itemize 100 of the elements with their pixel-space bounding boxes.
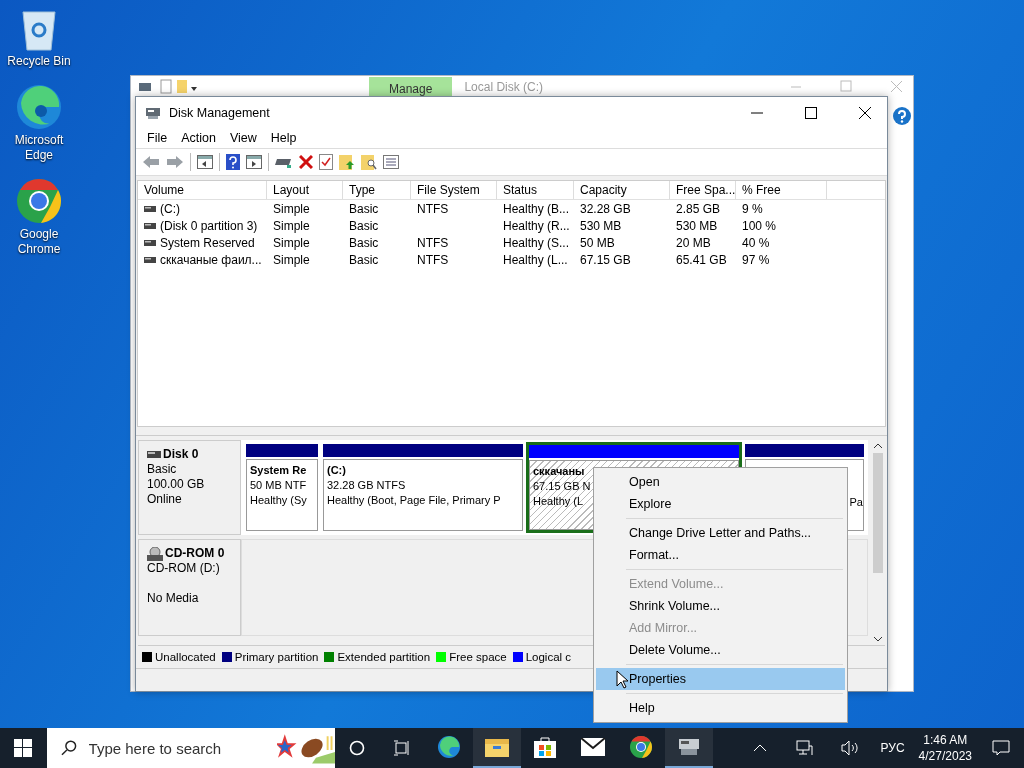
legend-label: Unallocated [155,651,216,663]
column-header[interactable]: Capacity [574,181,670,199]
chrome-icon[interactable] [15,177,63,225]
table-cell: Healthy (L... [503,252,568,267]
table-cell: 67.15 GB [580,252,631,267]
help-icon[interactable] [893,107,911,125]
menu-item[interactable]: Help [263,131,304,145]
input-language[interactable]: РУС [880,741,905,755]
desktop-icon-label[interactable]: Microsoft Edge [4,133,74,163]
menu-item[interactable]: Open [596,471,845,493]
table-cell: NTFS [417,201,449,216]
column-header[interactable]: Type [343,181,411,199]
ribbon-tab[interactable]: Manage [369,77,453,98]
back-icon[interactable] [142,155,160,169]
scroll-down-icon[interactable] [873,636,882,642]
search-input[interactable]: Type here to search [86,738,267,758]
network-icon[interactable] [794,740,813,756]
list-icon[interactable] [383,155,399,169]
quick-access-icon[interactable] [137,79,197,95]
desktop-icon-label[interactable]: Recycle Bin [4,54,74,69]
taskbar-app[interactable] [665,728,713,768]
folder-up-icon[interactable] [339,154,355,170]
disk-name: CD-ROM 0 [165,546,225,561]
partition-title: сккачаны [533,464,585,479]
drive-icon [144,256,156,263]
checklist-icon[interactable] [319,154,333,170]
menu-item[interactable]: View [222,131,264,145]
chrome-icon [629,735,653,759]
start-icon[interactable] [14,739,32,757]
drive-icon [144,222,156,229]
table-cell[interactable]: (C:) [160,201,180,216]
partition-info: 32.28 GB NTFS [327,478,406,493]
table-cell: 530 MB [580,218,622,233]
menu-item[interactable]: Change Drive Letter and Paths... [596,522,845,544]
help-icon[interactable] [226,154,240,170]
column-header[interactable]: Layout [267,181,343,199]
menu-item[interactable]: Delete Volume... [596,639,845,661]
table-cell: Simple [273,218,310,233]
maximize-icon[interactable] [805,106,817,119]
column-header[interactable]: Volume [138,181,267,199]
search-icon [61,740,77,756]
menu-item[interactable]: File [140,131,175,145]
desktop-icon-label[interactable]: Google Chrome [4,227,74,257]
clock-date[interactable]: 4/27/2023 [918,748,972,764]
disk-info: CD-ROM (D:) [147,561,221,576]
partition-info: 50 MB NTF [250,478,307,493]
column-header[interactable]: % Free [736,181,827,199]
table-cell: Basic [349,252,379,267]
task-view-icon[interactable] [393,740,411,756]
menu-item[interactable]: Explore [596,493,845,515]
close-icon[interactable] [859,106,871,119]
table-cell: Basic [349,218,379,233]
disk-label-panel[interactable]: CD-ROM 0 CD-ROM (D:) No Media [138,539,241,636]
volume-icon[interactable] [840,740,861,756]
clock-time[interactable]: 1:46 AM [923,732,968,748]
cortana-icon[interactable] [349,740,365,756]
drive-icon [144,239,156,246]
star-and-ball-icon [276,732,335,764]
disk-info: 100.00 GB [147,477,206,492]
taskbar-app[interactable] [473,728,521,768]
disk-management-icon [677,737,701,757]
menu-item[interactable]: Help [596,697,845,719]
table-cell[interactable]: сккачаные фаил... [160,252,262,267]
column-header[interactable]: File System [411,181,497,199]
table-cell: Basic [349,201,379,216]
disk-info: Basic [147,462,178,477]
forward-icon[interactable] [166,155,184,169]
partition-info: Healthy (Sy [250,493,307,508]
column-header[interactable]: Free Spa... [670,181,736,199]
folder-search-icon[interactable] [361,154,377,170]
disk-info: No Media [147,591,200,606]
edge-icon[interactable] [15,83,63,131]
legend-label: Extended partition [337,651,431,663]
partition-title: System Re [250,463,307,478]
table-cell: Healthy (S... [503,235,570,250]
cd-drive-icon [147,546,163,561]
menu-item[interactable]: Action [174,131,223,145]
disk-info: Online [147,492,183,507]
table-cell[interactable]: System Reserved [160,235,255,250]
chevron-up-icon[interactable] [752,744,767,752]
table-cell: NTFS [417,235,449,250]
disk-label-panel[interactable]: Disk 0 Basic 100.00 GB Online [138,440,241,535]
table-cell: 65.41 GB [676,252,727,267]
action-pane-icon[interactable] [246,155,262,169]
table-cell: 97 % [742,252,770,267]
envelope-icon [581,738,605,756]
table-cell: 100 % [742,218,777,233]
menu-item[interactable]: Properties [596,668,845,690]
console-tree-icon[interactable] [197,155,213,169]
drive-icon [144,205,156,212]
partition-info: Healthy (L [533,494,584,509]
delete-icon[interactable] [299,155,313,169]
notifications-icon[interactable] [992,740,1010,756]
menu-item[interactable]: Format... [596,544,845,566]
scroll-up-icon[interactable] [873,443,882,449]
legend-label: Free space [449,651,507,663]
menu-item[interactable]: Shrink Volume... [596,595,845,617]
search-field[interactable]: Type here to search [47,728,335,768]
table-cell[interactable]: (Disk 0 partition 3) [160,218,258,233]
column-header[interactable]: Status [497,181,574,199]
